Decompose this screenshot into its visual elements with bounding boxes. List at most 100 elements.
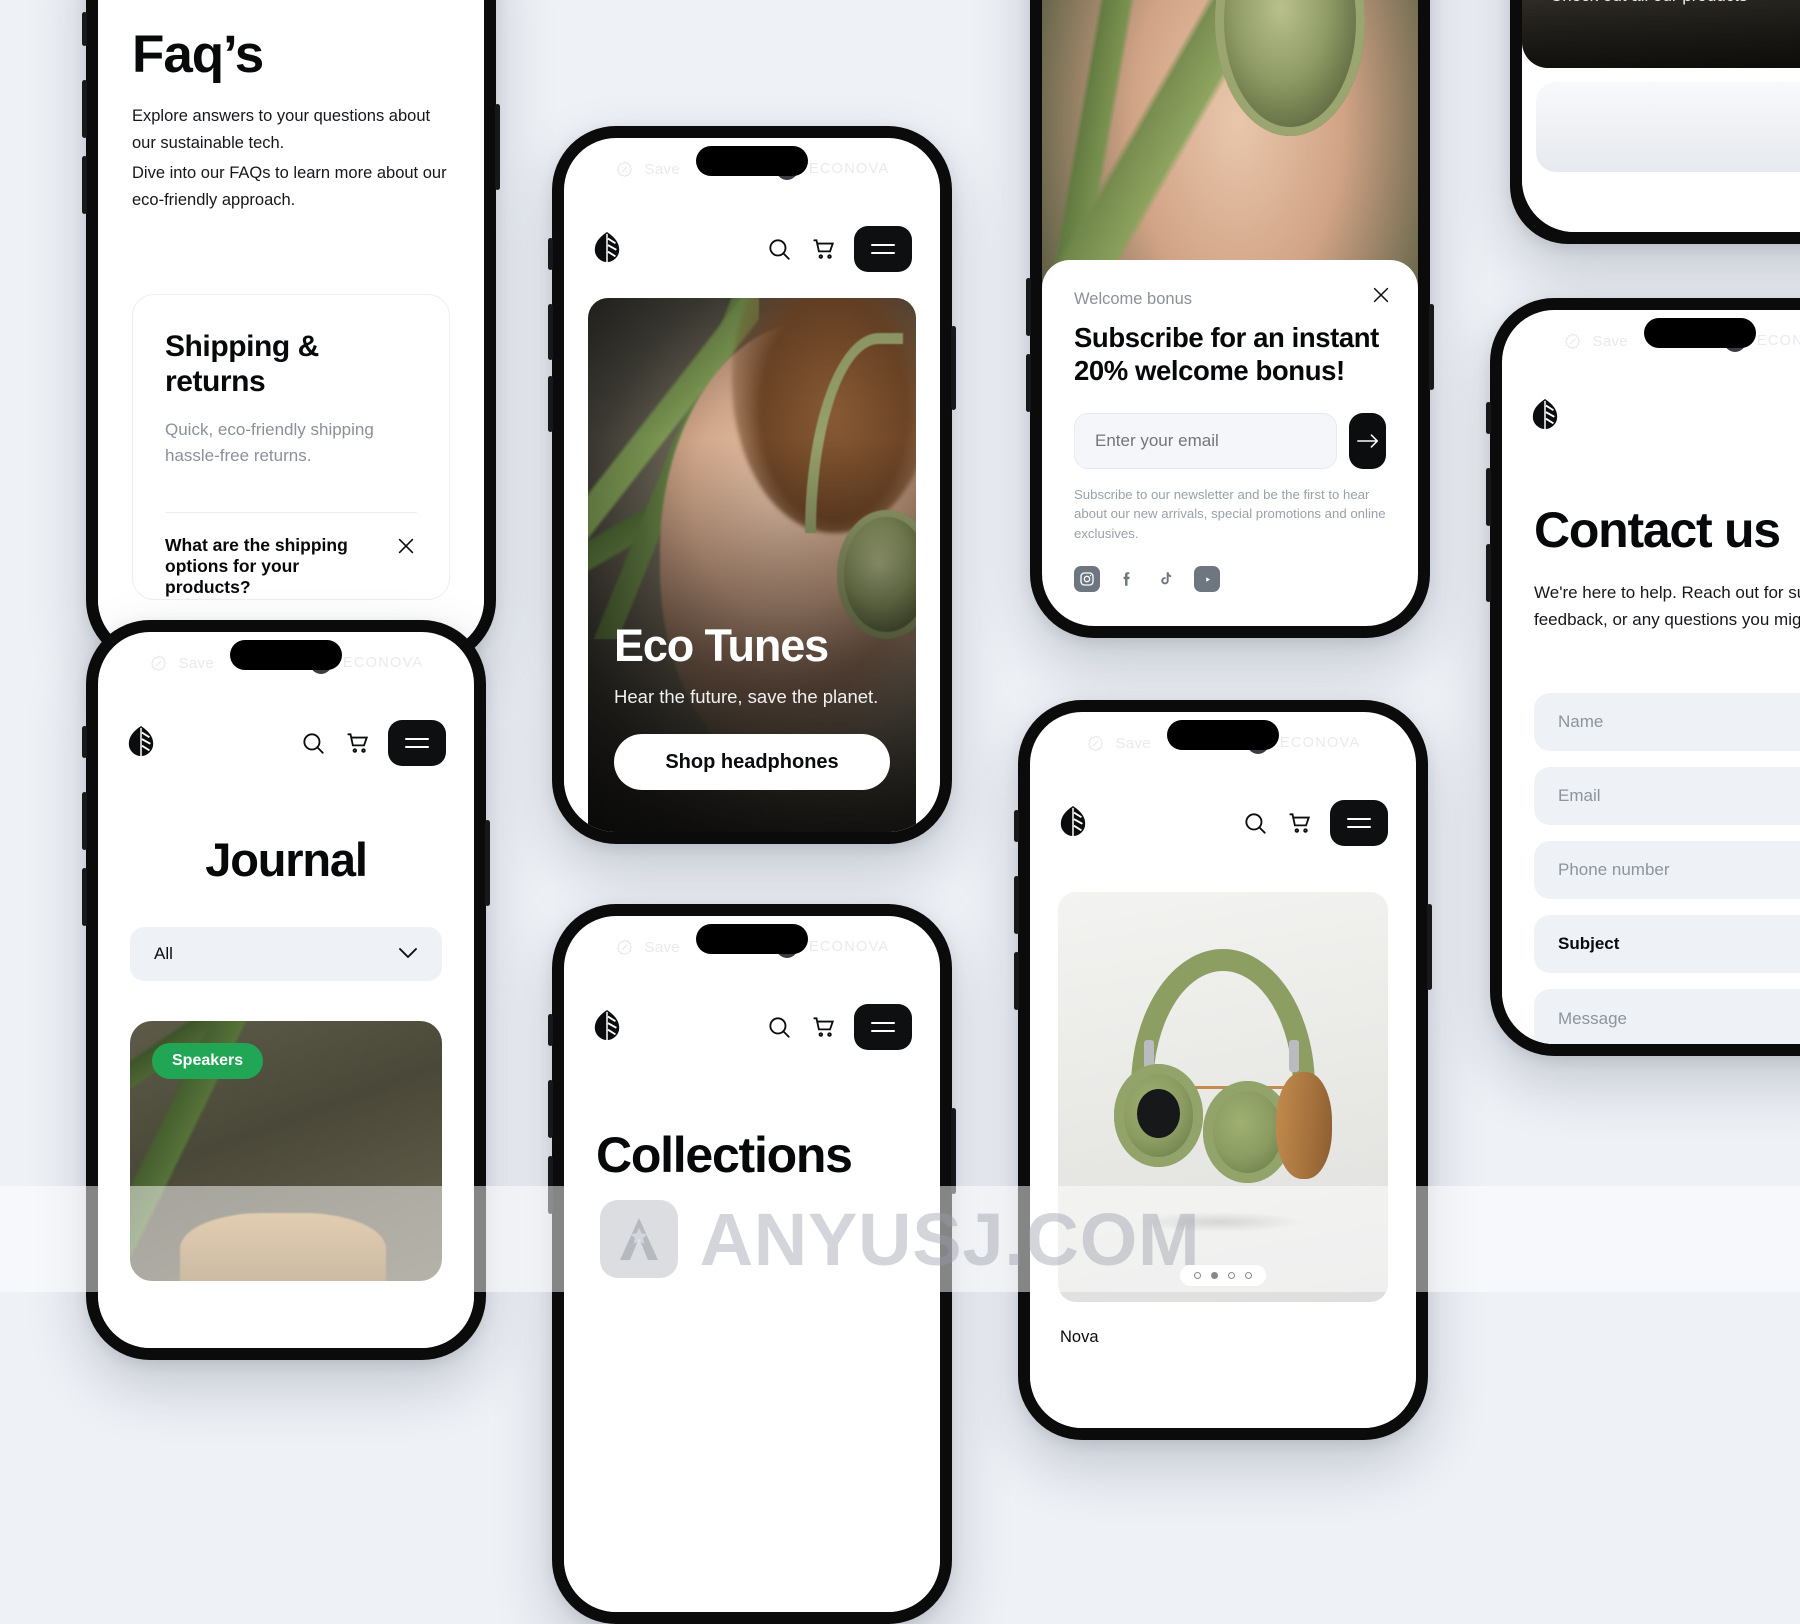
page-title: Faq’s [132,25,264,84]
youtube-icon[interactable] [1194,566,1220,592]
name-field[interactable]: Name [1534,693,1800,752]
status-save-label: Save [644,160,680,178]
phone-button-volume-up[interactable] [548,304,553,360]
carousel-dot[interactable] [1194,1272,1201,1279]
status-save[interactable]: Save [1086,734,1151,753]
status-save[interactable]: Save [1563,332,1628,351]
leaf-logo-icon[interactable] [1530,398,1560,435]
leaf-logo-icon[interactable] [126,725,156,762]
next-card-placeholder[interactable] [1536,82,1800,172]
tiktok-icon[interactable] [1154,566,1180,592]
faq-app-area: Faq’s Explore answers to your questions … [98,0,484,652]
subscribe-submit-button[interactable] [1349,412,1386,469]
shopping-cart-icon[interactable] [344,730,370,756]
nova-product-gallery[interactable] [1058,892,1388,1302]
all-products-card[interactable]: All products24 Check out all our product… [1522,0,1800,68]
phone-button-volume-up[interactable] [1014,876,1019,934]
phone-button-silence[interactable] [1486,402,1491,434]
search-icon[interactable] [766,1014,792,1040]
hamburger-menu-icon[interactable] [854,1004,912,1050]
close-icon[interactable] [1370,284,1392,311]
phone-notch [1167,720,1279,750]
carousel-dot[interactable] [1245,1272,1252,1279]
contact-screen: Save ECONOVA [1502,310,1800,1044]
close-icon[interactable] [395,535,417,557]
leaf-logo-icon[interactable] [592,1009,622,1046]
phone-button-volume-down[interactable] [548,376,553,432]
status-save[interactable]: Save [149,654,214,673]
phone-button-volume-down[interactable] [1014,952,1019,1010]
phone-button-silence[interactable] [82,726,87,758]
phone-button-silence[interactable] [548,238,553,270]
hamburger-menu-icon[interactable] [854,226,912,272]
phone-button-volume-up[interactable] [1486,468,1491,526]
phone-button-silence[interactable] [1014,810,1019,842]
facebook-icon[interactable] [1114,566,1140,592]
earcup-inner [1137,1088,1181,1138]
journal-article-card[interactable]: Speakers [130,1021,442,1281]
phone-button-power[interactable] [1427,904,1432,990]
status-save[interactable]: Save [615,160,680,179]
journal-filter-select[interactable]: All [130,927,442,981]
carousel-dot[interactable] [1228,1272,1235,1279]
shop-headphones-button[interactable]: Shop headphones [614,734,890,790]
phone-button-volume-up[interactable] [548,1080,553,1138]
app-nav [98,694,474,786]
discount-badge-icon [616,160,632,177]
hero-title: Eco Tunes [614,620,829,671]
phone-button-volume-up[interactable] [82,792,87,850]
journal-filter-value: All [154,944,173,963]
shopping-cart-icon[interactable] [810,1014,836,1040]
shopping-cart-icon[interactable] [810,236,836,262]
collections-app-area: Collections [564,978,940,1612]
phone-button-volume-up[interactable] [1026,278,1031,336]
phone-contact: Save ECONOVA [1486,298,1800,1056]
hero-tagline: Hear the future, save the planet. [614,686,879,707]
status-badge: Speakers [152,1043,264,1079]
subject-select[interactable]: Subject [1534,915,1800,974]
search-icon[interactable] [766,236,792,262]
nova-carousel-dots[interactable] [1180,1265,1266,1286]
phone-button-power[interactable] [485,820,490,906]
phone-button-volume-up[interactable] [82,80,87,138]
page-title: Contact us [1534,502,1781,558]
phone-button-volume-down[interactable] [82,868,87,926]
all-products-card-subtitle: Check out all our products [1550,0,1748,6]
faq-subtitle-line-2: Dive into our FAQs to learn more about o… [132,164,447,210]
speaker-photo [179,1213,386,1281]
shopping-cart-icon[interactable] [1286,810,1312,836]
phone-button-power[interactable] [495,104,500,190]
message-field[interactable]: Message [1534,989,1800,1044]
arrow-right-icon[interactable] [864,831,890,832]
hamburger-menu-icon[interactable] [1330,800,1388,846]
search-icon[interactable] [1242,810,1268,836]
newsletter-app-area: Welcome bonus Subscribe for an instant 2… [1042,0,1418,626]
phone-button-silence[interactable] [548,1014,553,1046]
status-save[interactable]: Save [615,938,680,957]
phone-button-power[interactable] [951,326,956,410]
phone-button-volume-down[interactable] [1486,544,1491,602]
phone-button-volume-down[interactable] [1026,354,1031,412]
phone-button-power[interactable] [1429,304,1434,390]
app-nav [564,978,940,1070]
status-save-label: Save [1592,332,1628,350]
phone-button-power[interactable] [951,1108,956,1194]
arrow-left-icon[interactable] [614,831,640,832]
email-field[interactable]: Email [1534,767,1800,826]
product-shadow [1104,1207,1336,1237]
phone-field[interactable]: Phone number [1534,841,1800,900]
faq-accordion-item[interactable]: What are the shipping options for your p… [165,513,417,599]
headphones-photo [1058,892,1388,1302]
leaf-logo-icon[interactable] [592,231,622,268]
search-icon[interactable] [300,730,326,756]
hamburger-menu-icon[interactable] [388,720,446,766]
phone-button-volume-down[interactable] [548,1156,553,1214]
leaf-logo-icon[interactable] [1058,805,1088,842]
hero-carousel[interactable]: Eco Tunes Hear the future, save the plan… [588,298,916,832]
status-save-label: Save [178,654,214,672]
carousel-dot-active[interactable] [1211,1272,1218,1279]
instagram-icon[interactable] [1074,566,1100,592]
phone-button-silence[interactable] [82,12,87,46]
email-input[interactable] [1074,412,1337,469]
phone-button-volume-down[interactable] [82,156,87,214]
